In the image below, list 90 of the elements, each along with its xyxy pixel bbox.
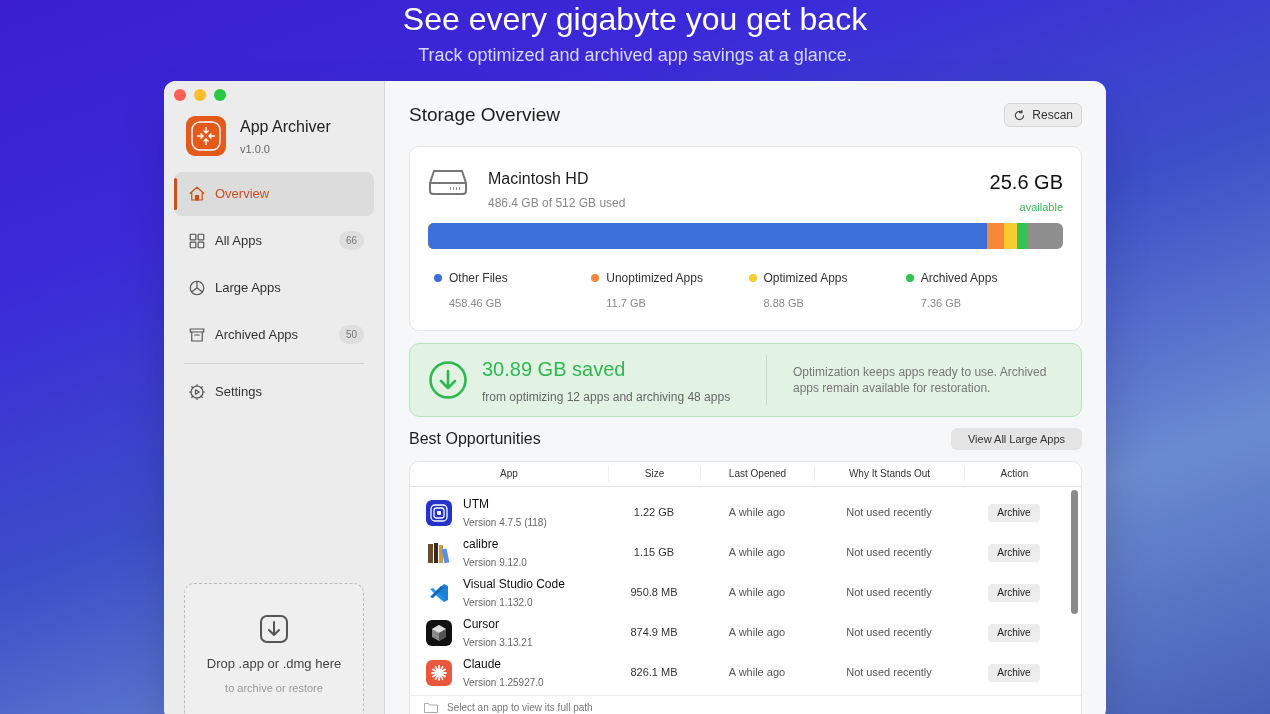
path-hint: Select an app to view its full path: [447, 701, 593, 714]
section-title: Best Opportunities: [409, 429, 541, 449]
last-opened-cell-text: A while ago: [727, 505, 787, 521]
legend-label: Archived Apps: [920, 270, 998, 287]
archive-box-icon: [188, 325, 206, 344]
size-cell-text: 1.15 GB: [632, 545, 676, 561]
cube-icon: [426, 619, 452, 646]
legend-value: 7.36 GB: [919, 296, 963, 311]
app-logo-icon: [186, 116, 226, 157]
app-version: Version 1.132.0: [463, 596, 534, 610]
refresh-icon: [1013, 108, 1027, 122]
reason-cell-text: Not used recently: [845, 625, 933, 641]
app-version: Version 1.25927.0: [463, 676, 544, 690]
folder-icon: [424, 702, 438, 714]
settings-icon: [188, 382, 206, 401]
home-icon: [188, 184, 206, 203]
size-cell-text: 826.1 MB: [629, 665, 679, 681]
app-name: Cursor: [463, 616, 500, 633]
legend-label: Other Files: [449, 270, 508, 287]
reason-cell-text: Not used recently: [845, 505, 933, 521]
column-header: Last Opened: [700, 466, 814, 482]
page-title: Storage Overview: [409, 103, 560, 127]
legend-label: Unoptimized Apps: [606, 270, 703, 287]
size-cell-text: 1.22 GB: [632, 505, 676, 521]
size-cell-text: 950.8 MB: [629, 585, 679, 601]
app-name: App Archiver: [240, 117, 331, 137]
sidebar-item[interactable]: All Apps 66: [174, 218, 374, 263]
last-opened-cell-text: A while ago: [727, 625, 787, 641]
starburst-icon: [426, 659, 452, 686]
last-opened-cell-text: A while ago: [727, 545, 787, 561]
app-version: Version 3.13.21: [463, 636, 533, 650]
grid-icon: [188, 231, 206, 250]
app-version: Version 4.7.5 (118): [463, 516, 547, 530]
savings-amount: 30.89 GB saved: [482, 356, 627, 382]
column-header: Size: [608, 466, 700, 482]
zoom-window-button[interactable]: [214, 89, 226, 101]
rescan-button[interactable]: Rescan: [1004, 103, 1082, 128]
app-version: v1.0.0: [240, 142, 271, 157]
sidebar-item[interactable]: Archived Apps 50: [174, 312, 374, 357]
archive-button[interactable]: Archive: [988, 623, 1040, 642]
legend-label: Optimized Apps: [763, 270, 848, 287]
reason-cell-text: Not used recently: [845, 545, 933, 561]
legend-value: 8.88 GB: [762, 296, 805, 311]
download-icon: [259, 614, 289, 644]
download-circle-icon: [428, 359, 468, 400]
archive-button[interactable]: Archive: [988, 543, 1040, 562]
drop-zone[interactable]: Drop .app or .dmg here to archive or restore: [184, 583, 364, 714]
count-badge: 66: [338, 231, 364, 250]
column-header: Action: [964, 466, 1064, 482]
table-row[interactable]: Visual Studio Code Version 1.132.0 950.8 MB A while ago Not used recently Archive: [410, 572, 1067, 613]
savings-note: Optimization keeps apps ready to use. Archived apps remain available for restoration.: [793, 363, 1048, 396]
view-all-button[interactable]: View All Large Apps: [950, 428, 1082, 450]
legend-value: 11.7 GB: [605, 296, 647, 311]
app-name: Visual Studio Code: [463, 576, 565, 593]
table-row[interactable]: Claude Version 1.25927.0 826.1 MB A while ago Not used recently Archive: [410, 652, 1067, 693]
scrollbar[interactable]: [1071, 490, 1078, 614]
count-badge: 50: [338, 325, 364, 344]
drop-zone-subtitle: to archive or restore: [225, 680, 323, 696]
column-header: Why It Stands Out: [814, 466, 964, 482]
available-label: available: [1019, 199, 1063, 215]
hero-subtitle: Track optimized and archived app savings at a glance.: [418, 44, 852, 67]
minimize-window-button[interactable]: [194, 89, 206, 101]
archive-button[interactable]: Archive: [988, 503, 1040, 522]
table-row[interactable]: calibre Version 9.12.0 1.15 GB A while ago Not used recently Archive: [410, 532, 1067, 573]
reason-cell-text: Not used recently: [845, 665, 933, 681]
available-amount: 25.6 GB: [989, 169, 1063, 195]
close-window-button[interactable]: [174, 89, 186, 101]
drop-zone-title: Drop .app or .dmg here: [206, 655, 342, 673]
app-name: calibre: [463, 536, 500, 553]
disk-name: Macintosh HD: [488, 168, 590, 189]
table-row[interactable]: Cursor Version 3.13.21 874.9 MB A while ago Not used recently Archive: [410, 612, 1067, 653]
legend-value: 458.46 GB: [448, 296, 503, 311]
last-opened-cell-text: A while ago: [727, 665, 787, 681]
column-header: App: [499, 467, 519, 482]
app-name: UTM: [463, 496, 490, 513]
reason-cell-text: Not used recently: [845, 585, 933, 601]
last-opened-cell-text: A while ago: [727, 585, 787, 601]
table-row[interactable]: UTM Version 4.7.5 (118) 1.22 GB A while ago Not used recently Archive: [410, 492, 1067, 533]
archive-button[interactable]: Archive: [988, 663, 1040, 682]
app-version: Version 9.12.0: [463, 556, 527, 570]
size-cell-text: 874.9 MB: [629, 625, 679, 641]
app-icon: [426, 499, 452, 526]
app-name: Claude: [463, 656, 503, 673]
hero-title: See every gigabyte you get back: [402, 0, 868, 38]
sidebar-item[interactable]: Settings: [174, 369, 374, 414]
pie-chart-icon: [188, 278, 206, 297]
disk-usage: 486.4 GB of 512 GB used: [488, 194, 626, 212]
archive-button[interactable]: Archive: [988, 583, 1040, 602]
savings-detail: from optimizing 12 apps and archiving 48 apps: [482, 388, 732, 406]
sidebar-item[interactable]: Large Apps: [174, 265, 374, 310]
